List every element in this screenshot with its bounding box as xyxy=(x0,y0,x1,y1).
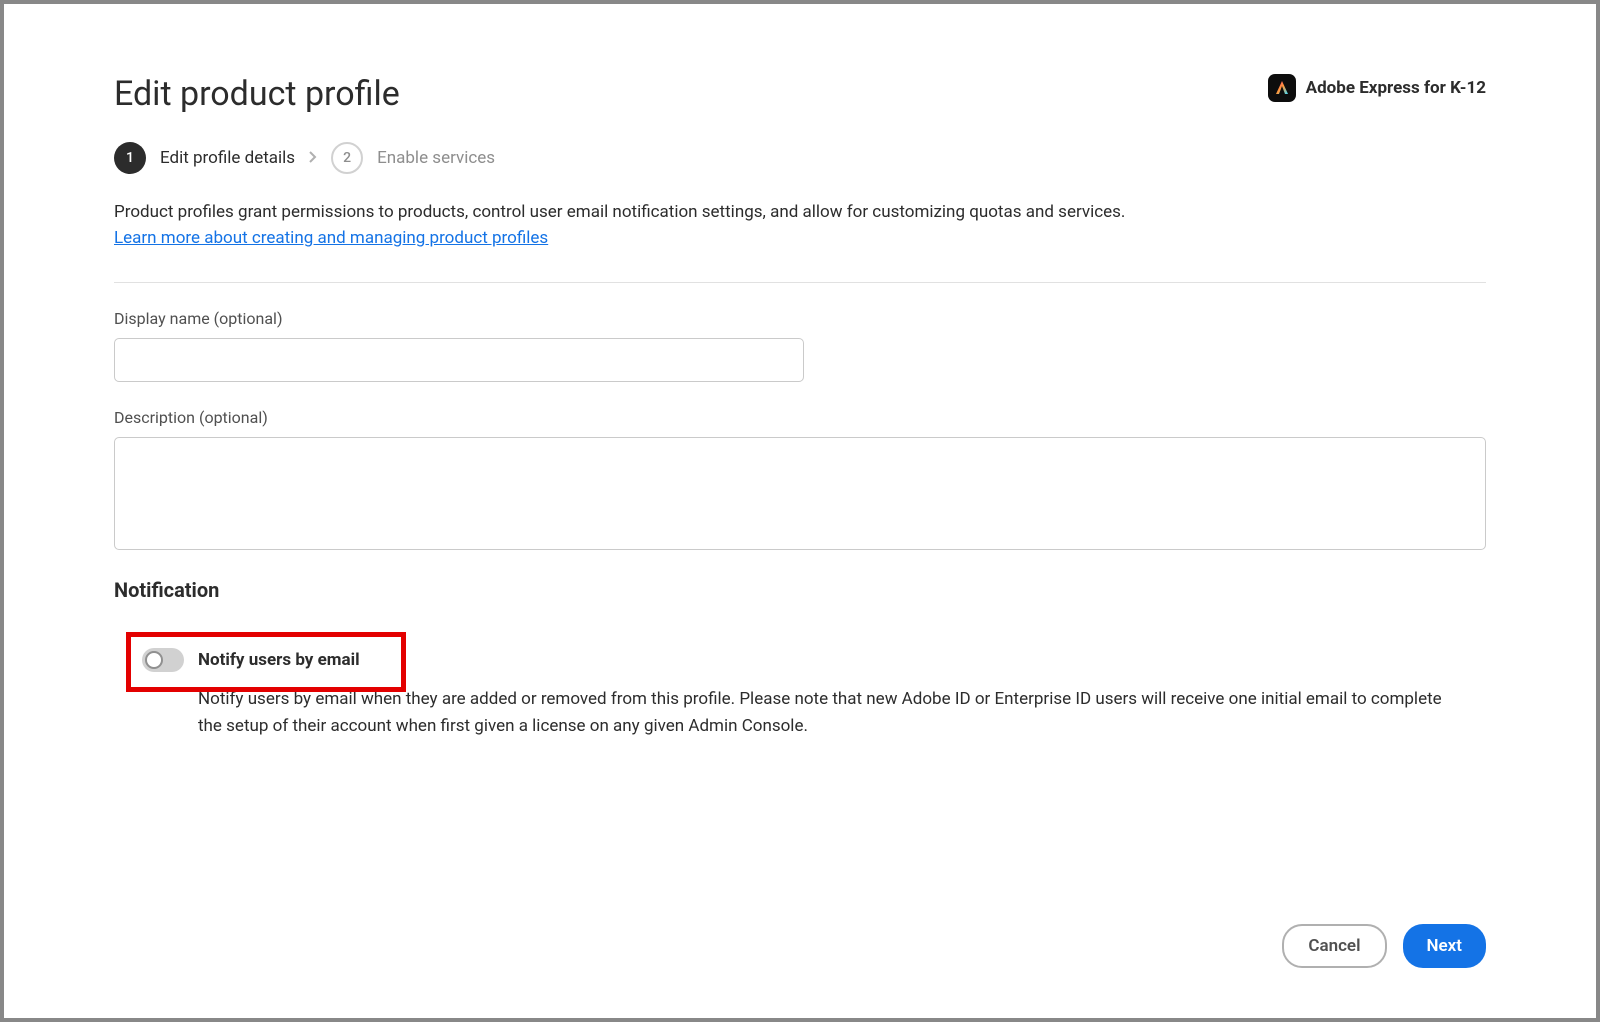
notify-toggle-row: Notify users by email xyxy=(142,648,1458,672)
chevron-right-icon xyxy=(309,149,317,167)
edit-profile-modal: Edit product profile Adobe Express for K… xyxy=(4,4,1596,1018)
adobe-express-icon xyxy=(1268,74,1296,102)
notify-email-toggle[interactable] xyxy=(142,648,184,672)
wizard-stepper: 1 Edit profile details 2 Enable services xyxy=(114,142,1486,174)
notify-toggle-label: Notify users by email xyxy=(198,650,360,670)
modal-footer: Cancel Next xyxy=(1282,924,1486,968)
intro-text: Product profiles grant permissions to pr… xyxy=(114,200,1486,226)
step-2-number: 2 xyxy=(331,142,363,174)
product-name: Adobe Express for K-12 xyxy=(1306,78,1486,98)
notification-description: Notify users by email when they are adde… xyxy=(198,686,1458,740)
learn-more-link[interactable]: Learn more about creating and managing p… xyxy=(114,228,1486,248)
step-1[interactable]: 1 Edit profile details xyxy=(114,142,295,174)
section-divider xyxy=(114,282,1486,283)
step-1-label: Edit profile details xyxy=(160,148,295,168)
toggle-knob xyxy=(145,651,163,669)
modal-title: Edit product profile xyxy=(114,74,400,114)
step-2-label: Enable services xyxy=(377,148,495,168)
cancel-button[interactable]: Cancel xyxy=(1282,924,1386,968)
display-name-label: Display name (optional) xyxy=(114,309,1486,328)
product-tag: Adobe Express for K-12 xyxy=(1268,74,1486,102)
notification-card: Notify users by email Notify users by em… xyxy=(114,624,1486,764)
description-label: Description (optional) xyxy=(114,408,1486,427)
step-2[interactable]: 2 Enable services xyxy=(331,142,495,174)
description-input[interactable] xyxy=(114,437,1486,550)
display-name-input[interactable] xyxy=(114,338,804,382)
modal-header: Edit product profile Adobe Express for K… xyxy=(114,74,1486,114)
step-1-number: 1 xyxy=(114,142,146,174)
notification-heading: Notification xyxy=(114,578,1486,602)
next-button[interactable]: Next xyxy=(1403,924,1487,968)
